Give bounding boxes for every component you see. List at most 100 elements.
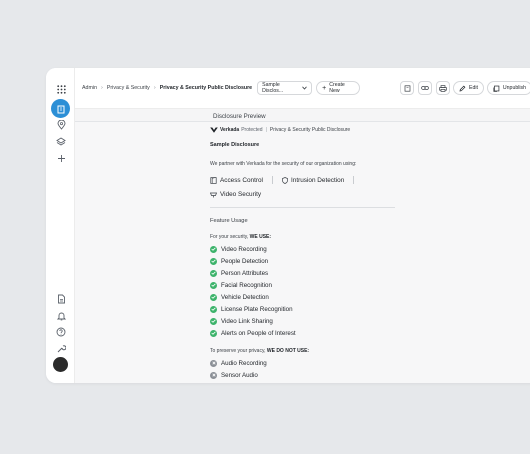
avatar[interactable] bbox=[53, 357, 68, 372]
product-video-security: Video Security bbox=[210, 191, 261, 198]
feature-label: Facial Recognition bbox=[221, 281, 272, 289]
preview-header: Disclosure Preview bbox=[75, 109, 530, 122]
feature-label: Vehicle Detection bbox=[221, 293, 269, 301]
we-use-label: WE USE: bbox=[249, 234, 272, 240]
feature-label: People Detection bbox=[221, 257, 269, 265]
breadcrumb-current: Privacy & Security Public Disclosure bbox=[159, 85, 253, 91]
we-do-not-use-prefix: To preserve your privacy, bbox=[210, 348, 266, 354]
protected-label: Protected bbox=[241, 127, 263, 133]
check-icon bbox=[210, 329, 217, 337]
divider: | bbox=[265, 127, 267, 133]
list-item: Sensor Audio bbox=[210, 369, 400, 381]
partner-text: We partner with Verkada for the security… bbox=[210, 161, 357, 167]
help-icon[interactable] bbox=[54, 325, 68, 339]
link-icon bbox=[421, 86, 429, 90]
list-item: Vehicle Detection bbox=[210, 291, 400, 303]
list-item: Audio Recording bbox=[210, 357, 400, 369]
check-icon bbox=[210, 305, 217, 313]
unpublish-label: Unpublish bbox=[502, 85, 526, 91]
x-icon bbox=[210, 359, 217, 367]
add-icon[interactable] bbox=[54, 151, 68, 165]
list-item: Person Attributes bbox=[210, 267, 400, 279]
location-pin-icon[interactable] bbox=[54, 118, 68, 132]
edit-button[interactable]: Edit bbox=[453, 81, 484, 95]
camera-icon bbox=[210, 192, 217, 197]
x-icon bbox=[210, 371, 217, 379]
top-bar: Admin › Privacy & Security › Privacy & S… bbox=[75, 68, 530, 108]
check-icon bbox=[210, 245, 217, 253]
disclosure-title: Sample Disclosure bbox=[210, 142, 260, 148]
check-icon bbox=[210, 269, 217, 277]
tools-icon[interactable] bbox=[54, 342, 68, 356]
chevron-right-icon: › bbox=[101, 85, 103, 91]
list-item: Alerts on People of Interest bbox=[210, 327, 400, 339]
sidebar-item-admin[interactable] bbox=[51, 99, 70, 118]
we-do-not-use-label: WE DO NOT USE: bbox=[266, 348, 310, 354]
shield-icon bbox=[282, 176, 288, 184]
we-do-not-use-line: To preserve your privacy, WE DO NOT USE: bbox=[210, 348, 400, 354]
pencil-icon bbox=[459, 85, 466, 91]
building-icon bbox=[57, 105, 64, 113]
bookmark-button[interactable] bbox=[400, 81, 414, 95]
unused-features-list: Audio Recording Sensor Audio bbox=[210, 357, 400, 381]
preview-title: Disclosure Preview bbox=[213, 113, 266, 120]
chevron-right-icon: › bbox=[153, 85, 156, 91]
product-label: Intrusion Detection bbox=[290, 176, 345, 184]
create-new-label: Create New bbox=[329, 82, 345, 94]
unpublish-icon bbox=[493, 85, 500, 92]
feature-label: License Plate Recognition bbox=[221, 305, 293, 313]
disclosure-preview: Verkada Protected | Privacy & Security P… bbox=[210, 127, 400, 381]
main-content: Disclosure Preview Verkada Protected | P… bbox=[75, 108, 530, 383]
check-icon bbox=[210, 257, 217, 265]
edit-label: Edit bbox=[469, 85, 478, 91]
app-grid-icon[interactable] bbox=[54, 82, 68, 96]
door-icon bbox=[210, 176, 217, 184]
list-item: Video Recording bbox=[210, 243, 400, 255]
bookmark-icon bbox=[404, 84, 410, 92]
brand-name: Verkada bbox=[220, 127, 240, 133]
print-button[interactable] bbox=[436, 81, 450, 95]
products-row-2: Video Security bbox=[210, 191, 400, 198]
product-access-control: Access Control bbox=[210, 177, 263, 184]
section-divider bbox=[210, 207, 395, 208]
verkada-logo-icon bbox=[210, 127, 218, 133]
check-icon bbox=[210, 281, 217, 289]
plus-icon: + bbox=[322, 84, 327, 92]
bell-icon[interactable] bbox=[54, 309, 68, 323]
check-icon bbox=[210, 317, 217, 325]
chevron-down-icon bbox=[302, 86, 307, 90]
used-features-list: Video Recording People Detection Person … bbox=[210, 243, 400, 339]
check-icon bbox=[210, 293, 217, 301]
list-item: People Detection bbox=[210, 255, 400, 267]
product-label: Video Security bbox=[220, 191, 262, 198]
breadcrumb-privacy-security[interactable]: Privacy & Security bbox=[107, 85, 150, 91]
document-icon[interactable] bbox=[54, 292, 68, 306]
feature-label: Alerts on People of Interest bbox=[221, 329, 296, 337]
sidebar bbox=[46, 68, 75, 383]
brand-line: Verkada Protected | Privacy & Security P… bbox=[210, 127, 400, 133]
feature-usage-heading: Feature Usage bbox=[210, 218, 248, 224]
feature-label: Video Link Sharing bbox=[221, 317, 273, 325]
divider bbox=[353, 176, 355, 184]
printer-icon bbox=[439, 84, 447, 92]
we-use-line: For your security, WE USE: bbox=[210, 234, 400, 240]
list-item: Video Link Sharing bbox=[210, 315, 400, 327]
create-new-button[interactable]: + Create New bbox=[316, 81, 361, 95]
we-use-prefix: For your security, bbox=[210, 234, 249, 240]
divider bbox=[271, 176, 273, 184]
feature-label: Video Recording bbox=[221, 245, 267, 253]
breadcrumb-admin[interactable]: Admin bbox=[82, 85, 97, 91]
feature-label: Sensor Audio bbox=[221, 371, 258, 379]
product-label: Access Control bbox=[220, 176, 263, 184]
product-intrusion-detection: Intrusion Detection bbox=[282, 177, 344, 184]
public-disclosure-title: Privacy & Security Public Disclosure bbox=[269, 127, 351, 133]
list-item: Facial Recognition bbox=[210, 279, 400, 291]
disclosure-select[interactable]: Sample Disclos... bbox=[257, 81, 313, 95]
copy-link-button[interactable] bbox=[418, 81, 432, 95]
breadcrumb: Admin › Privacy & Security › Privacy & S… bbox=[82, 85, 252, 91]
list-item: License Plate Recognition bbox=[210, 303, 400, 315]
feature-label: Audio Recording bbox=[221, 359, 267, 367]
layers-icon[interactable] bbox=[54, 135, 68, 149]
app-window: Admin › Privacy & Security › Privacy & S… bbox=[46, 68, 530, 383]
unpublish-button[interactable]: Unpublish bbox=[487, 81, 530, 95]
